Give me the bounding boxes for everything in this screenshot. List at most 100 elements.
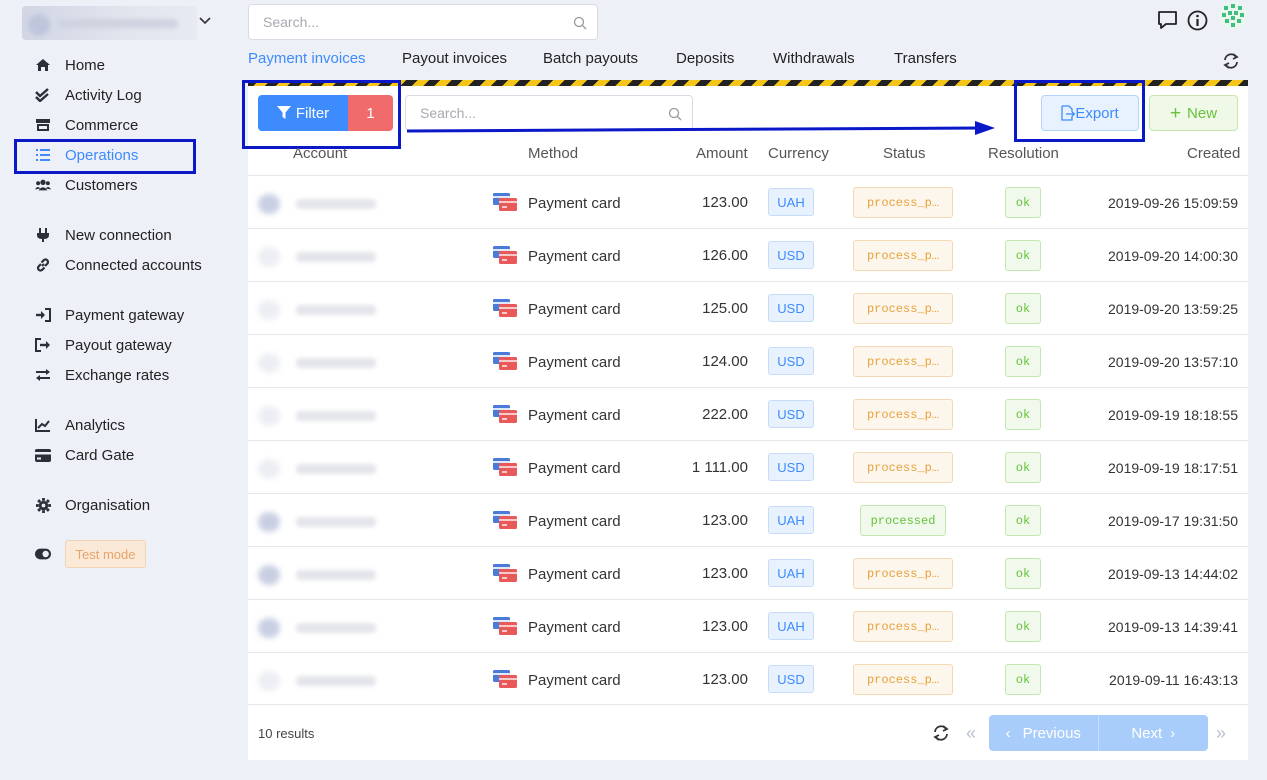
sidebar-item-connected-accounts[interactable]: Connected accounts <box>35 253 225 277</box>
sidebar-item-activity-log[interactable]: Activity Log <box>35 83 225 107</box>
method-cell: Payment card <box>528 248 621 265</box>
table-row[interactable]: Payment card 123.00 UAH processed ok 2019-09-… <box>248 493 1248 546</box>
sidebar-item-home[interactable]: Home <box>35 53 225 77</box>
tab-payout-invoices[interactable]: Payout invoices <box>402 50 507 67</box>
sidebar-item-payout-gateway[interactable]: Payout gateway <box>35 333 225 357</box>
payment-card-icon <box>493 564 517 582</box>
status-badge: process_p… <box>853 346 953 377</box>
account-cell-redacted <box>256 247 436 267</box>
payment-card-icon <box>493 617 517 635</box>
tab-batch-payouts[interactable]: Batch payouts <box>543 50 638 67</box>
table-row[interactable]: Payment card 222.00 USD process_p… ok 2019-09… <box>248 387 1248 440</box>
column-header-created[interactable]: Created <box>1187 145 1240 162</box>
organization-switcher[interactable] <box>22 6 197 40</box>
method-cell: Payment card <box>528 354 621 371</box>
table-footer-divider <box>248 704 1248 705</box>
method-cell: Payment card <box>528 195 621 212</box>
currency-badge: USD <box>768 241 814 269</box>
sidebar-item-payment-gateway[interactable]: Payment gateway <box>35 303 225 327</box>
sidebar-item-organisation[interactable]: Organisation <box>35 493 225 517</box>
last-page-icon[interactable]: » <box>1216 723 1226 744</box>
resolution-badge: ok <box>1005 293 1041 324</box>
created-cell: 2019-09-13 14:44:02 <box>1108 566 1238 582</box>
sidebar-item-label: Customers <box>65 176 138 194</box>
table-row[interactable]: Payment card 123.00 USD process_p… ok 2019-09… <box>248 652 1248 705</box>
method-cell: Payment card <box>528 566 621 583</box>
global-search[interactable] <box>248 4 598 40</box>
created-cell: 2019-09-19 18:18:55 <box>1108 407 1238 423</box>
amount-cell: 126.00 <box>702 247 748 264</box>
amount-cell: 123.00 <box>702 512 748 529</box>
first-page-icon[interactable]: « <box>966 723 976 744</box>
results-count: 10 results <box>258 726 315 741</box>
global-search-input[interactable] <box>263 14 553 30</box>
created-cell: 2019-09-20 13:57:10 <box>1108 354 1238 370</box>
home-icon <box>35 57 51 73</box>
resolution-badge: ok <box>1005 452 1041 483</box>
sidebar-item-analytics[interactable]: Analytics <box>35 413 225 437</box>
sidebar-item-label: Payout gateway <box>65 336 172 354</box>
store-icon <box>35 117 51 133</box>
sidebar-item-label: Exchange rates <box>65 366 170 384</box>
toggle-icon <box>35 546 51 562</box>
chat-icon[interactable] <box>1157 8 1178 32</box>
created-cell: 2019-09-19 18:17:51 <box>1108 460 1238 476</box>
amount-cell: 1 111.00 <box>691 459 748 476</box>
tab-withdrawals[interactable]: Withdrawals <box>773 50 855 67</box>
method-cell: Payment card <box>528 513 621 530</box>
column-header-status[interactable]: Status <box>883 145 926 162</box>
refresh-icon[interactable] <box>932 724 950 742</box>
pagination: ‹ Previous Next › <box>989 715 1208 751</box>
chevron-right-icon: › <box>1170 724 1176 742</box>
table-row[interactable]: Payment card 124.00 USD process_p… ok 2019-09… <box>248 334 1248 387</box>
method-cell: Payment card <box>528 407 621 424</box>
currency-badge: USD <box>768 665 814 693</box>
status-badge: process_p… <box>853 399 953 430</box>
chevron-down-icon[interactable] <box>198 13 212 27</box>
new-button[interactable]: + New <box>1149 95 1238 131</box>
table-row[interactable]: Payment card 1 111.00 USD process_p… ok 2019-… <box>248 440 1248 493</box>
payment-card-icon <box>493 405 517 423</box>
column-header-resolution[interactable]: Resolution <box>988 145 1059 162</box>
sidebar-item-customers[interactable]: Customers <box>35 173 225 197</box>
sidebar-item-card-gate[interactable]: Card Gate <box>35 443 225 467</box>
table-row[interactable]: Payment card 126.00 USD process_p… ok 2019-09… <box>248 228 1248 281</box>
info-icon[interactable] <box>1187 8 1208 32</box>
created-cell: 2019-09-17 19:31:50 <box>1108 513 1238 529</box>
new-label: New <box>1187 104 1218 122</box>
refresh-icon[interactable] <box>1222 52 1240 70</box>
column-header-account[interactable]: Account <box>293 145 347 162</box>
table-row[interactable]: Payment card 123.00 UAH process_p… ok 2019-09… <box>248 599 1248 652</box>
previous-page-button[interactable]: ‹ Previous <box>989 715 1099 751</box>
next-page-button[interactable]: Next › <box>1099 715 1209 751</box>
column-header-method[interactable]: Method <box>528 145 578 162</box>
table-search-input[interactable] <box>420 105 650 121</box>
column-header-amount[interactable]: Amount <box>696 145 748 162</box>
created-cell: 2019-09-26 15:09:59 <box>1108 195 1238 211</box>
tab-transfers[interactable]: Transfers <box>894 50 957 67</box>
sidebar-item-new-connection[interactable]: New connection <box>35 223 225 247</box>
method-cell: Payment card <box>528 301 621 318</box>
currency-badge: UAH <box>768 612 814 640</box>
tab-payment-invoices[interactable]: Payment invoices <box>248 50 366 67</box>
user-avatar[interactable] <box>1218 1 1248 29</box>
payment-card-icon <box>493 246 517 264</box>
amount-cell: 222.00 <box>702 406 748 423</box>
sidebar-item-label: Connected accounts <box>65 256 202 274</box>
sign-out-icon <box>35 337 51 353</box>
table-row[interactable]: Payment card 123.00 UAH process_p… ok 2019-09… <box>248 546 1248 599</box>
annotation-box-filter <box>242 80 401 149</box>
created-cell: 2019-09-11 16:43:13 <box>1109 672 1238 688</box>
table-row[interactable]: Payment card 125.00 USD process_p… ok 2019-09… <box>248 281 1248 334</box>
sidebar-item-commerce[interactable]: Commerce <box>35 113 225 137</box>
resolution-badge: ok <box>1005 505 1041 536</box>
sidebar-item-exchange-rates[interactable]: Exchange rates <box>35 363 225 387</box>
exchange-icon <box>35 367 51 383</box>
column-header-currency[interactable]: Currency <box>768 145 829 162</box>
status-badge: process_p… <box>853 452 953 483</box>
test-mode-toggle[interactable] <box>35 542 59 566</box>
tab-deposits[interactable]: Deposits <box>676 50 734 67</box>
sidebar-item-label: Organisation <box>65 496 151 514</box>
account-cell-redacted <box>256 459 436 479</box>
table-row[interactable]: Payment card 123.00 UAH process_p… ok 2019-09… <box>248 175 1248 228</box>
